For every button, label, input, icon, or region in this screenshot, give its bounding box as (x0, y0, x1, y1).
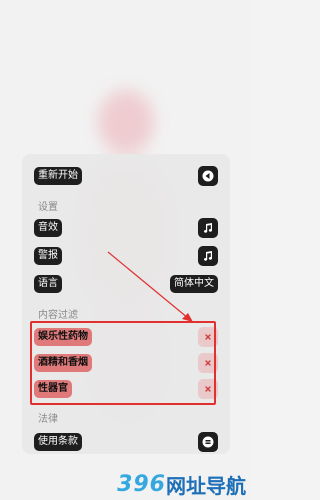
terms-row: 使用条款 (34, 432, 218, 452)
restart-row: 重新开始 (34, 166, 218, 186)
background-figure-head (98, 90, 154, 154)
play-back-icon[interactable] (198, 166, 218, 186)
menu-lines-icon[interactable] (198, 432, 218, 452)
alarm-label: 警报 (34, 247, 62, 265)
settings-section-title: 设置 (38, 202, 58, 213)
sound-label: 音效 (34, 219, 62, 237)
filter-highlight-box (30, 321, 216, 405)
language-label: 语言 (34, 275, 62, 293)
game-screen: 重新开始 设置 音效 警报 语言 简体中文 内容过滤 娱乐性药物 酒精和香烟 性… (0, 0, 250, 500)
sound-row: 音效 (34, 218, 218, 238)
terms-button[interactable]: 使用条款 (34, 433, 82, 451)
restart-button[interactable]: 重新开始 (34, 167, 82, 185)
watermark-number: 396 (117, 471, 166, 497)
law-section-title: 法律 (38, 414, 58, 425)
language-row: 语言 简体中文 (34, 274, 218, 294)
music-note-icon[interactable] (198, 218, 218, 238)
content-filter-section-title: 内容过滤 (38, 310, 78, 321)
site-watermark: 396 网址导航 (117, 471, 246, 498)
language-select[interactable]: 简体中文 (170, 275, 218, 293)
alarm-row: 警报 (34, 246, 218, 266)
music-note-icon[interactable] (198, 246, 218, 266)
watermark-text: 网址导航 (166, 473, 246, 498)
